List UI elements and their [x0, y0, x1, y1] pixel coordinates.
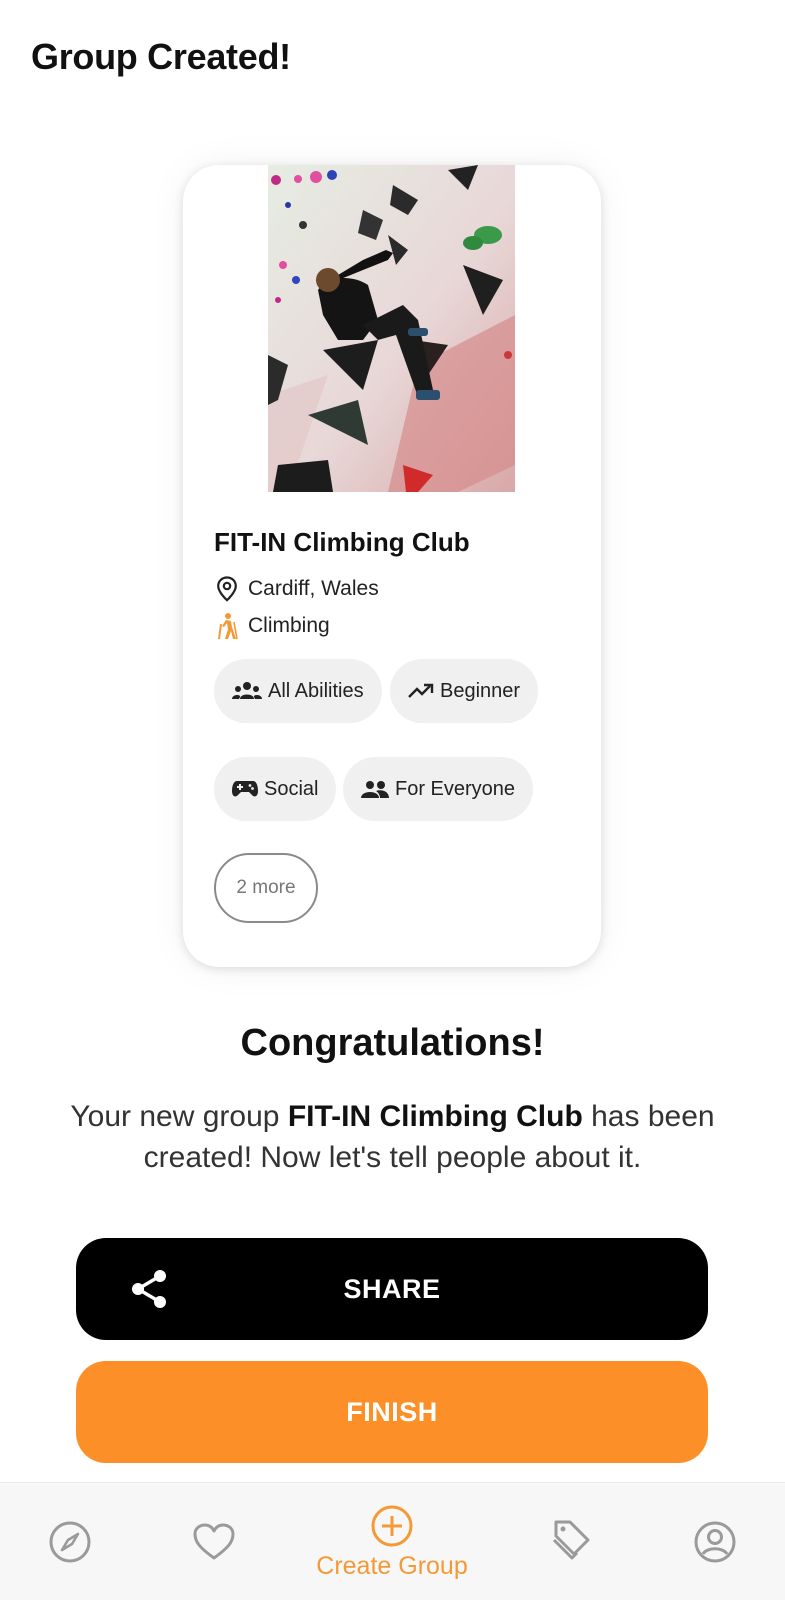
location-row: Cardiff, Wales — [214, 574, 379, 604]
congrats-group-name: FIT-IN Climbing Club — [287, 1100, 583, 1133]
gamepad-icon — [232, 781, 258, 797]
sport-row: Climbing — [214, 611, 330, 641]
finish-button[interactable]: FINISH — [76, 1361, 708, 1463]
people-icon — [361, 781, 389, 798]
location-pin-icon — [214, 576, 240, 602]
group-name: FIT-IN Climbing Club — [214, 527, 470, 557]
plus-circle-icon — [371, 1505, 413, 1546]
share-button[interactable]: SHARE — [76, 1238, 708, 1340]
group-icon — [232, 682, 262, 699]
chip-label: Beginner — [440, 679, 521, 702]
chip-for-everyone[interactable]: For Everyone — [343, 757, 534, 821]
share-label: SHARE — [343, 1273, 441, 1304]
more-tags-button[interactable]: 2 more — [214, 853, 318, 923]
nav-favourites[interactable] — [188, 1483, 240, 1600]
sport-text: Climbing — [248, 614, 330, 637]
chip-all-abilities[interactable]: All Abilities — [214, 659, 382, 723]
nav-tags[interactable] — [546, 1483, 598, 1600]
nav-create-group[interactable]: Create Group — [292, 1483, 492, 1600]
chip-social[interactable]: Social — [214, 757, 337, 821]
group-card[interactable]: FIT-IN Climbing Club Cardiff, Wales Clim… — [183, 165, 601, 967]
bottom-nav: Create Group — [0, 1482, 785, 1600]
congrats-message: Your new group FIT-IN Climbing Club has … — [40, 1096, 745, 1178]
share-icon — [132, 1270, 166, 1308]
finish-label: FINISH — [346, 1396, 438, 1427]
hiking-icon — [214, 613, 240, 640]
congrats-prefix: Your new group — [70, 1100, 288, 1133]
nav-create-group-label: Create Group — [316, 1551, 468, 1580]
heart-icon — [193, 1523, 235, 1560]
location-text: Cardiff, Wales — [248, 577, 379, 600]
page-title: Group Created! — [31, 36, 291, 77]
compass-icon — [49, 1521, 91, 1563]
nav-profile[interactable] — [689, 1483, 741, 1600]
chip-label: For Everyone — [395, 777, 516, 800]
tag-icon — [552, 1520, 590, 1560]
account-icon — [694, 1521, 736, 1563]
congrats-heading: Congratulations! — [240, 1022, 545, 1064]
nav-explore[interactable] — [44, 1483, 96, 1600]
chip-beginner[interactable]: Beginner — [390, 659, 539, 723]
group-photo — [268, 165, 515, 492]
chip-label: Social — [264, 777, 319, 800]
chip-label: All Abilities — [268, 679, 364, 702]
group-created-screen: Group Created! FIT-IN Climbing Club Card… — [0, 0, 785, 1600]
trending-up-icon — [408, 683, 434, 698]
